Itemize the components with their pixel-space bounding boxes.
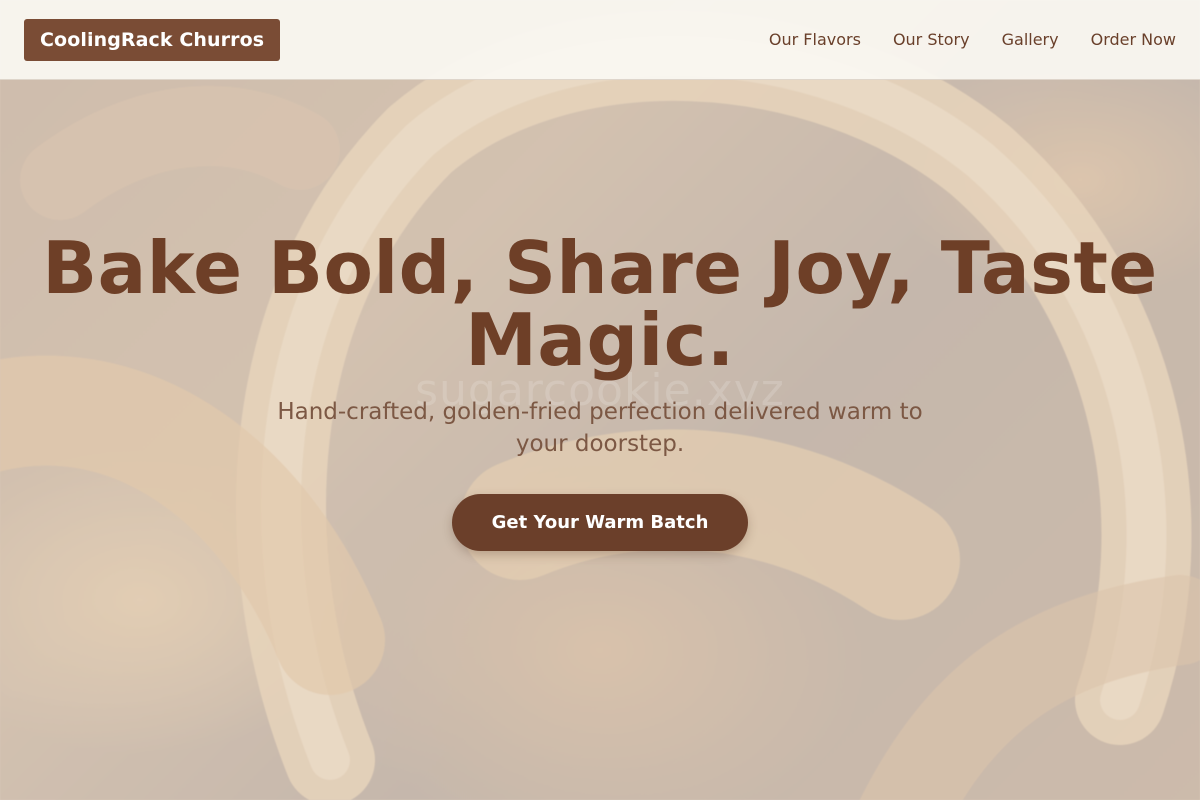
nav-link-our-story[interactable]: Our Story [893,30,970,49]
hero-title: Bake Bold, Share Joy, Taste Magic. [42,226,1158,382]
hero-section: Bake Bold, Share Joy, Taste Magic. Hand-… [0,232,1200,551]
hero-subtitle: Hand-crafted, golden-fried perfection de… [277,399,923,457]
cta-button[interactable]: Get Your Warm Batch [451,494,749,551]
nav-link-order-now[interactable]: Order Now [1091,30,1176,49]
main-nav: Our Flavors Our Story Gallery Order Now [769,30,1176,49]
brand-logo[interactable]: CoolingRack Churros [24,18,281,61]
nav-link-our-flavors[interactable]: Our Flavors [769,30,861,49]
nav-link-gallery[interactable]: Gallery [1002,30,1059,49]
site-header: CoolingRack Churros Our Flavors Our Stor… [0,0,1200,80]
